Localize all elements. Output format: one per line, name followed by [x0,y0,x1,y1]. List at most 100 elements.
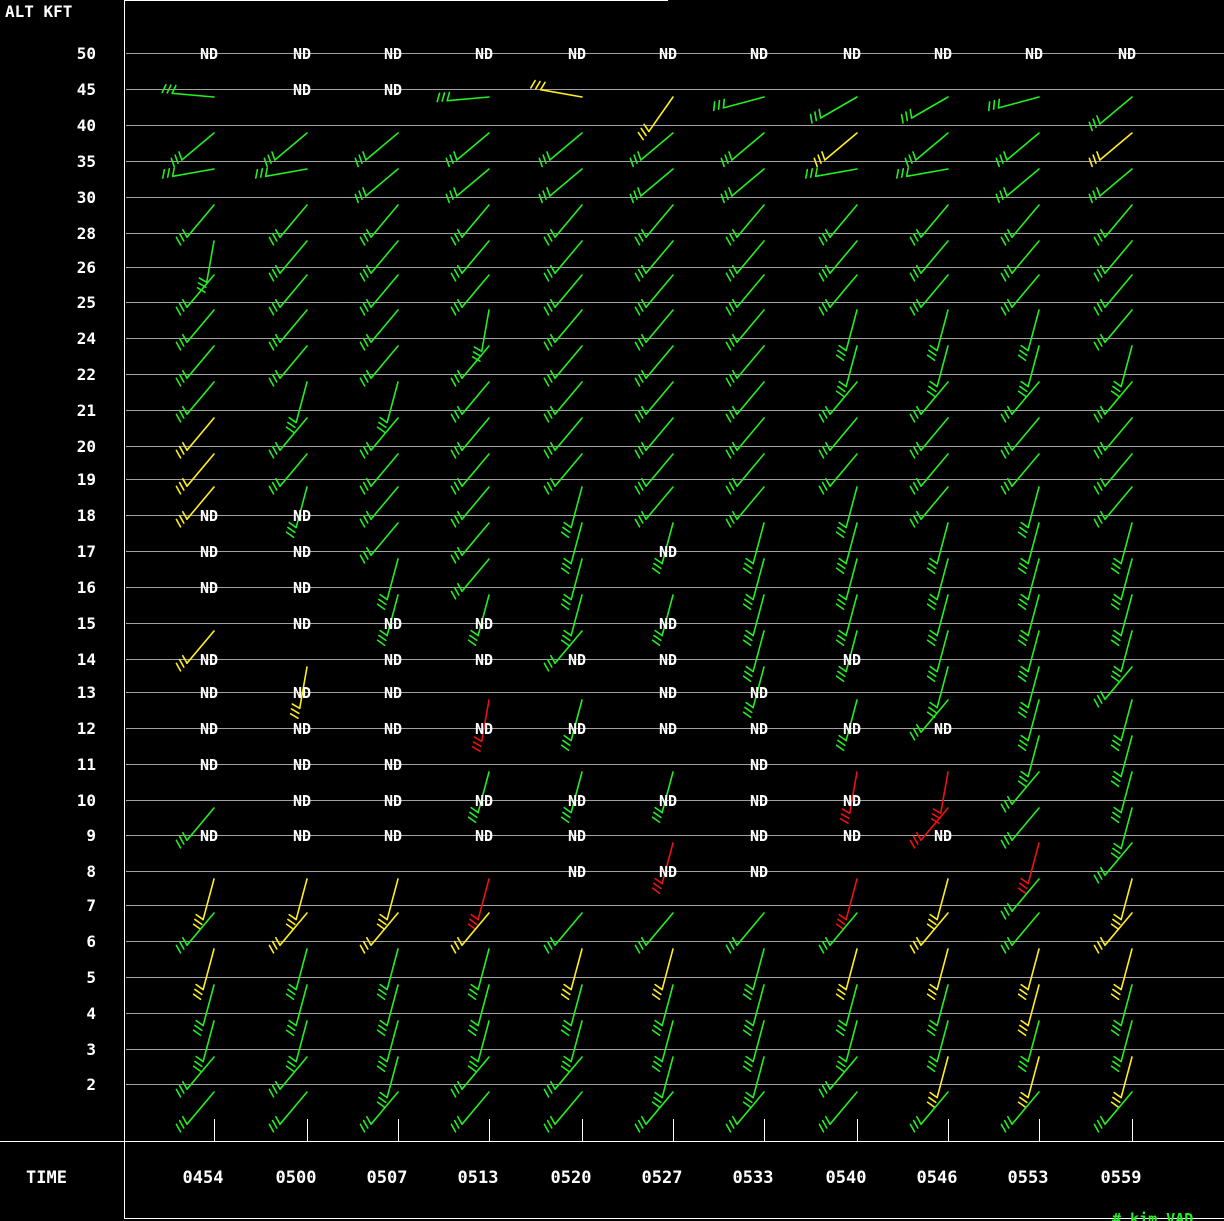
cell-12-0546: ND [934,720,952,738]
cell-18-0533 [742,522,765,575]
nd-label: ND [293,579,311,597]
barb-feather [457,298,463,308]
altitude-label-40: 40 [77,116,96,135]
barb-feather [835,639,845,647]
cell-8-0500 [285,878,308,931]
nd-label: ND [293,756,311,774]
nd-label: ND [568,720,586,738]
barb-feather [1020,1091,1029,1099]
barb-shaft [202,1020,215,1063]
barb-feather [268,272,275,282]
nd-label: ND [750,684,768,702]
barb-feather [271,481,278,491]
barb-shaft [370,1091,399,1125]
barb-feather [271,268,278,278]
barb-feather [742,993,752,1001]
barb-feather [1096,268,1103,278]
barb-feather [161,83,167,94]
barb-shaft [1120,594,1133,637]
barb-feather [928,634,937,642]
barb-feather [362,268,369,278]
barb-feather [840,813,850,820]
barb-feather [995,157,1000,168]
cell-2-0454 [175,1091,215,1133]
barb-feather [1113,983,1122,991]
barb-feather [744,1024,753,1032]
barb-shaft [554,912,583,946]
barb-feather [453,409,460,419]
barb-feather [378,1024,387,1032]
altitude-label-24: 24 [77,329,96,348]
barb-feather [909,518,916,528]
barb-shaft [1011,204,1040,238]
barb-feather [745,665,754,673]
cell-12-0559 [1110,735,1133,788]
altitude-label-16: 16 [77,578,96,597]
time-label-0500: 0500 [276,1168,317,1188]
barb-feather [926,354,936,362]
barb-feather [1113,1019,1122,1027]
cell-17-0500: ND [293,543,311,561]
nd-label: ND [475,720,493,738]
altitude-label-9: 9 [86,826,96,845]
nd-label: ND [750,792,768,810]
barb-feather [637,337,644,347]
time-label-0454: 0454 [183,1168,224,1188]
barb-shaft [279,453,308,487]
barb-feather [742,639,752,647]
nd-label: ND [568,651,586,669]
nd-label: ND [659,543,677,561]
cell-22-0553 [1000,381,1040,423]
barb-feather [837,349,846,357]
barb-feather [453,187,458,197]
barb-feather [837,670,846,678]
barb-shaft [570,522,583,565]
barb-feather [929,1055,938,1063]
barb-feather [835,675,845,683]
barb-shaft [845,486,858,529]
barb-feather [821,1119,828,1129]
barb-feather [1110,675,1120,683]
barb-feather [1113,806,1122,814]
barb-shaft [936,1020,949,1063]
barb-feather [1112,988,1121,996]
barb-shaft [661,948,674,991]
cell-24-0520 [543,345,583,387]
barb-feather [467,816,477,824]
barb-feather [637,1119,644,1129]
cell-16-0500: ND [293,579,311,597]
cell-26-0553 [1000,274,1040,316]
cell-3-0454 [175,1056,215,1098]
barb-feather [542,154,547,165]
cell-3-0553 [1017,1056,1040,1109]
nd-label: ND [843,651,861,669]
barb-feather [1003,835,1010,845]
cell-10-0559 [1110,807,1133,860]
cell-24-0500 [268,345,308,387]
nd-label: ND [384,684,402,702]
barb-feather [1113,380,1122,388]
barb-feather [1020,1019,1029,1027]
barb-feather [837,1060,846,1068]
barb-shaft [186,309,215,343]
barb-feather [744,1096,753,1104]
cell-22-0533 [725,381,765,423]
barb-feather [379,1091,388,1099]
barb-feather [359,944,366,954]
barb-feather [546,268,553,278]
barb-feather [285,531,295,539]
barb-feather [268,1088,275,1098]
barb-feather [1096,1119,1103,1129]
barb-feather [1096,409,1103,419]
barb-feather [1003,232,1010,242]
barb-shaft [295,1020,308,1063]
barb-shaft [645,240,674,274]
barb-feather [1096,151,1101,161]
cell-25-0559 [1093,309,1133,351]
barb-feather [450,1123,457,1133]
barb-feather [1093,1123,1100,1133]
barb-feather [362,481,369,491]
cell-28-0546 [909,240,949,282]
cell-18-0559 [1110,522,1133,575]
barb-feather [837,634,846,642]
